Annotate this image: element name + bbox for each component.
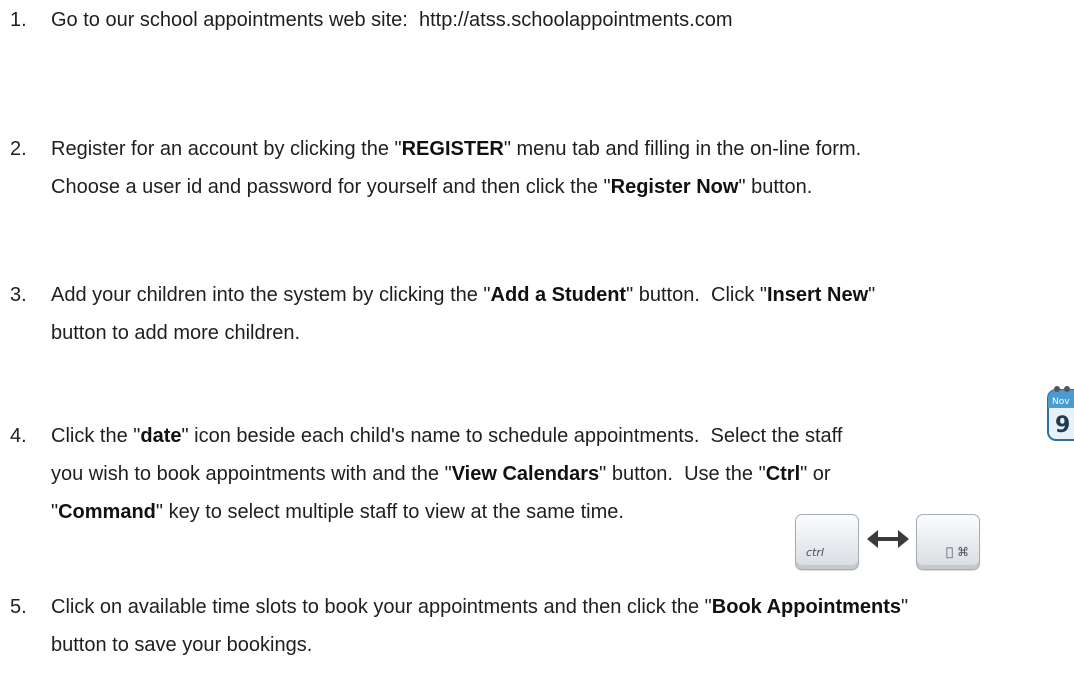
ctrl-key-icon: ctrl (795, 514, 859, 570)
bold-term: View Calendars (451, 463, 600, 485)
text-run: Add your children into the system by cli… (51, 284, 491, 306)
text-run: " button. Use the " (599, 463, 766, 485)
calendar-date-icon: Nov 9 (1047, 386, 1074, 441)
ctrl-key-label: ctrl (806, 546, 824, 559)
step-line: button to save your bookings. (51, 628, 312, 662)
step-line: Go to our school appointments web site: … (51, 3, 732, 37)
bold-term: REGISTER (401, 138, 504, 160)
text-run: " (868, 284, 876, 306)
step-line: Choose a user id and password for yourse… (51, 170, 812, 204)
calendar-month: Nov (1052, 397, 1070, 407)
text-run: " icon beside each child's name to sched… (181, 425, 843, 447)
bold-term: date (140, 425, 182, 447)
text-run: you wish to book appointments with and t… (51, 463, 452, 485)
step-line: "Command" key to select multiple staff t… (51, 495, 624, 529)
text-run: Click on available time slots to book yo… (51, 596, 712, 618)
text-run: button to add more children. (51, 322, 301, 344)
text-run: Go to our school appointments web site: … (51, 9, 733, 31)
text-run: " button. Click " (626, 284, 767, 306)
step-line: Click on available time slots to book yo… (51, 590, 908, 624)
command-key-icon:  ⌘ (916, 514, 980, 570)
text-run: " (901, 596, 909, 618)
text-run: Choose a user id and password for yourse… (51, 176, 611, 198)
step-line: Add your children into the system by cli… (51, 278, 875, 312)
bold-term: Ctrl (765, 463, 801, 485)
text-run: " button. (738, 176, 813, 198)
step-line: you wish to book appointments with and t… (51, 457, 831, 491)
double-arrow-icon (867, 530, 909, 548)
step-number: 5. (10, 596, 27, 618)
text-run: Register for an account by clicking the … (51, 138, 402, 160)
bold-term: Add a Student (490, 284, 627, 306)
text-run: " key to select multiple staff to view a… (155, 501, 624, 523)
step-number: 1. (10, 9, 27, 31)
calendar-day: 9 (1055, 413, 1070, 438)
bold-term: Insert New (767, 284, 869, 306)
text-run: button to save your bookings. (51, 634, 313, 656)
text-run: " menu tab and filling in the on-line fo… (503, 138, 862, 160)
command-key-label:  ⌘ (946, 545, 969, 559)
keyboard-keys-illustration: ctrl  ⌘ (795, 514, 985, 570)
step-line: Register for an account by clicking the … (51, 132, 861, 166)
step-number: 4. (10, 425, 27, 447)
text-run: Click the " (51, 425, 141, 447)
bold-term: Register Now (610, 176, 739, 198)
bold-term: Book Appointments (711, 596, 902, 618)
bold-term: Command (58, 501, 156, 523)
step-line: button to add more children. (51, 316, 300, 350)
text-run: " or (800, 463, 831, 485)
step-line: Click the "date" icon beside each child'… (51, 419, 842, 453)
step-number: 3. (10, 284, 27, 306)
step-number: 2. (10, 138, 27, 160)
